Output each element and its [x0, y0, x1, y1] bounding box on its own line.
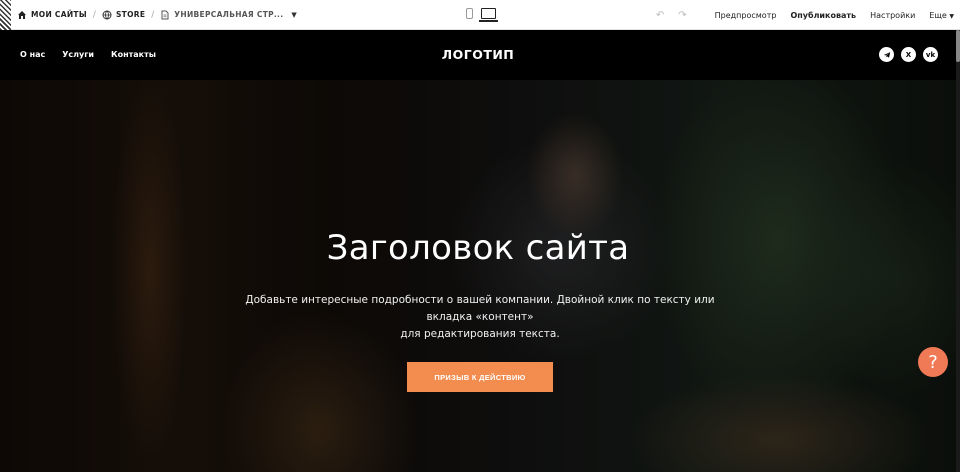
redo-icon[interactable]: ↷ [678, 10, 686, 21]
mobile-view-icon[interactable] [466, 8, 473, 19]
settings-button[interactable]: Настройки [870, 11, 915, 20]
publish-button[interactable]: Опубликовать [790, 11, 856, 20]
desktop-view-icon[interactable] [479, 8, 498, 22]
cta-button[interactable]: ПРИЗЫВ К ДЕЙСТВИЮ [407, 362, 553, 392]
telegram-icon[interactable] [879, 47, 894, 62]
globe-icon [102, 10, 112, 19]
hero-subtitle-line: для редактирования текста. [400, 328, 560, 340]
site-header: О нас Услуги Контакты ЛОГОТИП X vk [0, 30, 956, 80]
breadcrumb-page-select[interactable]: УНИВЕРСАЛЬНАЯ СТР... ▼ [160, 10, 297, 20]
hero-title[interactable]: Заголовок сайта [0, 228, 956, 268]
breadcrumb-label: STORE [115, 10, 146, 19]
help-button[interactable]: ? [918, 347, 948, 377]
chevron-down-icon: ▼ [291, 10, 298, 19]
chevron-down-icon: ▼ [949, 12, 954, 20]
undo-icon[interactable]: ↶ [656, 10, 664, 21]
preview-button[interactable]: Предпросмотр [715, 11, 777, 20]
breadcrumb-separator: / [151, 9, 155, 20]
editor-toolbar: МОИ САЙТЫ / STORE / УНИВЕРСАЛЬНАЯ СТР...… [0, 0, 960, 30]
vk-icon[interactable]: vk [923, 47, 938, 62]
breadcrumb-store[interactable]: STORE [102, 10, 145, 20]
question-icon: ? [928, 351, 938, 373]
more-menu-button[interactable]: Еще ▼ [929, 11, 954, 20]
breadcrumb-label: МОИ САЙТЫ [31, 10, 87, 19]
scrollbar-track[interactable] [956, 30, 960, 472]
breadcrumb-separator: / [92, 9, 96, 20]
hero-content: Заголовок сайта Добавьте интересные подр… [0, 80, 956, 472]
device-switcher [466, 8, 498, 22]
hero-section[interactable]: Заголовок сайта Добавьте интересные подр… [0, 80, 956, 472]
page-icon [161, 10, 169, 19]
hero-subtitle-line: Добавьте интересные подробности о вашей … [245, 294, 715, 323]
home-icon [18, 10, 26, 19]
breadcrumb-label: УНИВЕРСАЛЬНАЯ СТР... [174, 10, 284, 19]
breadcrumb-my-sites[interactable]: МОИ САЙТЫ [17, 10, 87, 20]
site-logo[interactable]: ЛОГОТИП [0, 47, 956, 62]
breadcrumb: МОИ САЙТЫ / STORE / УНИВЕРСАЛЬНАЯ СТР...… [17, 10, 297, 20]
hero-subtitle[interactable]: Добавьте интересные подробности о вашей … [240, 292, 720, 343]
social-links: X vk [879, 47, 938, 62]
x-icon[interactable]: X [901, 47, 916, 62]
editor-side-handle[interactable] [0, 0, 11, 30]
more-label: Еще [929, 10, 947, 20]
editor-actions: ↶ ↷ Предпросмотр Опубликовать Настройки … [656, 0, 954, 30]
scrollbar-thumb[interactable] [956, 30, 960, 62]
